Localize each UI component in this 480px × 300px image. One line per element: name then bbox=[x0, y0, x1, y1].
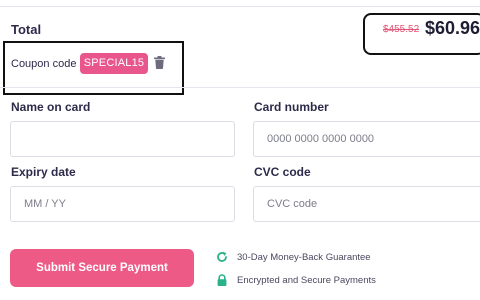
secure-payments-text: Encrypted and Secure Payments bbox=[237, 274, 376, 286]
original-price: $455.52 bbox=[383, 24, 420, 35]
cvc-code-input[interactable] bbox=[253, 186, 480, 222]
money-back-guarantee-text: 30-Day Money-Back Guarantee bbox=[237, 251, 371, 263]
name-on-card-label: Name on card bbox=[11, 100, 91, 114]
name-on-card-input[interactable] bbox=[10, 121, 235, 157]
section-divider bbox=[0, 87, 480, 88]
submit-payment-button[interactable]: Submit Secure Payment bbox=[10, 249, 194, 287]
money-back-guarantee: 30-Day Money-Back Guarantee bbox=[216, 251, 371, 263]
coupon-code-badge: SPECIAL15 bbox=[80, 53, 148, 74]
card-number-label: Card number bbox=[254, 100, 329, 114]
cvc-code-label: CVC code bbox=[254, 165, 311, 179]
total-label: Total bbox=[11, 22, 42, 37]
refresh-icon bbox=[217, 251, 227, 262]
top-divider bbox=[0, 6, 480, 7]
lock-icon bbox=[217, 274, 227, 286]
card-number-input[interactable] bbox=[253, 121, 480, 157]
secure-payments-note: Encrypted and Secure Payments bbox=[216, 274, 376, 286]
discounted-price: $60.96 bbox=[425, 18, 480, 38]
expiry-date-label: Expiry date bbox=[11, 165, 76, 179]
coupon-label: Coupon code bbox=[11, 58, 77, 70]
trash-icon[interactable] bbox=[154, 56, 165, 69]
expiry-date-input[interactable] bbox=[10, 186, 235, 222]
